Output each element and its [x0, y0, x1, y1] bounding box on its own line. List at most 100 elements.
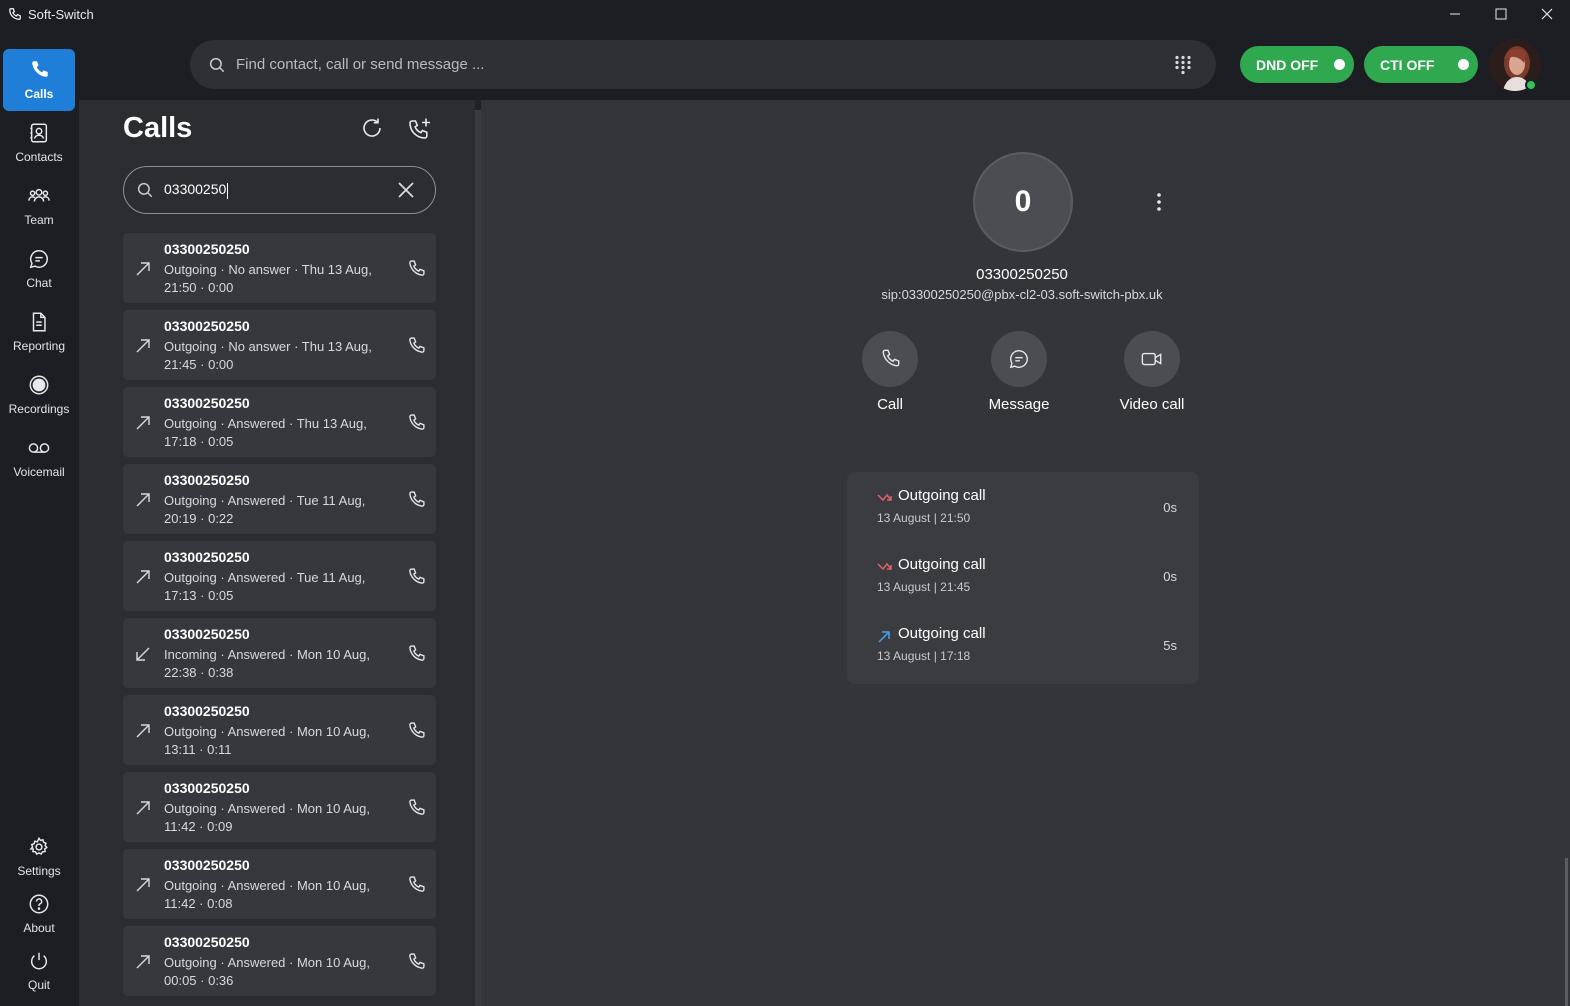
call-number: 03300250250 — [164, 549, 250, 565]
incoming-arrow-icon — [135, 646, 151, 662]
nav-settings-label: Settings — [17, 864, 61, 878]
cti-toggle[interactable]: CTI OFF — [1364, 46, 1478, 83]
nav-reporting[interactable]: Reporting — [3, 301, 75, 363]
call-list-item[interactable]: 03300250250 Outgoing · No answer · Thu 13… — [123, 310, 436, 380]
cti-toggle-label: CTI OFF — [1380, 56, 1435, 73]
message-action-button[interactable]: Message — [959, 331, 1079, 413]
left-nav: Calls Contacts Team Chat Reporting Recor… — [0, 28, 79, 1006]
call-list-item[interactable]: 03300250250 Outgoing · Answered · Thu 13 … — [123, 387, 436, 457]
call-meta: Outgoing · Answered · Mon 10 Aug, 00:05 … — [164, 955, 370, 988]
call-list-item[interactable]: 03300250250 Outgoing · Answered · Tue 11 … — [123, 464, 436, 534]
outgoing-arrow-icon — [135, 723, 151, 739]
call-back-button[interactable] — [406, 721, 426, 746]
outgoing-arrow-icon — [135, 492, 151, 508]
history-duration: 0s — [1163, 569, 1177, 584]
search-icon — [208, 56, 226, 74]
call-meta: Outgoing · No answer · Thu 13 Aug, 21:50… — [164, 262, 372, 295]
call-filter-field[interactable]: 03300250 — [123, 166, 436, 214]
call-number: 03300250250 — [164, 241, 250, 257]
call-list-item[interactable]: 03300250250 Outgoing · Answered · Mon 10 … — [123, 772, 436, 842]
outgoing-arrow-icon — [877, 630, 891, 644]
outgoing-arrow-icon — [135, 261, 151, 277]
call-back-button[interactable] — [406, 798, 426, 823]
calls-title: Calls — [123, 112, 193, 144]
cti-toggle-knob — [1458, 59, 1469, 70]
chat-bubble-icon — [29, 250, 48, 269]
phone-icon — [406, 875, 426, 900]
dnd-toggle-label: DND OFF — [1256, 56, 1319, 73]
nav-calls[interactable]: Calls — [3, 49, 75, 111]
dialpad-icon[interactable] — [1174, 55, 1192, 75]
call-back-button[interactable] — [406, 875, 426, 900]
missed-call-icon — [877, 492, 893, 504]
global-search-input[interactable] — [236, 56, 1136, 73]
call-number: 03300250250 — [164, 395, 250, 411]
voicemail-icon — [28, 443, 50, 453]
call-back-button[interactable] — [406, 490, 426, 515]
call-list-item[interactable]: 03300250250 Outgoing · Answered · Mon 10 … — [123, 849, 436, 919]
call-number: 03300250250 — [164, 703, 250, 719]
call-list-item[interactable]: 03300250250 Outgoing · No answer · Thu 13… — [123, 233, 436, 303]
nav-voicemail[interactable]: Voicemail — [3, 427, 75, 489]
call-back-button[interactable] — [406, 567, 426, 592]
search-icon — [136, 181, 154, 199]
phone-icon — [406, 490, 426, 515]
call-meta: Incoming · Answered · Mon 10 Aug, 22:38 … — [164, 647, 370, 680]
minimize-button[interactable] — [1432, 0, 1478, 28]
clear-filter-button[interactable] — [397, 181, 415, 199]
call-back-button[interactable] — [406, 336, 426, 361]
phone-icon — [406, 259, 426, 284]
call-action-button[interactable]: Call — [830, 331, 950, 413]
app-phone-icon — [8, 7, 22, 21]
call-list-item[interactable]: 03300250250 Outgoing · Answered · Mon 10 … — [123, 695, 436, 765]
video-call-action-label: Video call — [1119, 396, 1185, 413]
video-call-action-circle — [1124, 331, 1180, 387]
chat-bubble-icon — [1009, 350, 1028, 369]
more-options-button[interactable] — [1156, 192, 1162, 212]
call-list-item[interactable]: 03300250250 Outgoing · Answered · Tue 11 … — [123, 541, 436, 611]
close-icon — [1541, 8, 1553, 20]
title-bar: Soft-Switch — [0, 0, 1570, 28]
text-cursor — [227, 182, 229, 199]
call-meta: Outgoing · Answered · Mon 10 Aug, 13:11 … — [164, 724, 370, 757]
message-action-label: Message — [988, 396, 1050, 413]
more-vertical-icon — [1157, 193, 1161, 211]
refresh-button[interactable] — [360, 116, 384, 140]
phone-icon — [406, 413, 426, 438]
history-duration: 5s — [1163, 638, 1177, 653]
nav-chat[interactable]: Chat — [3, 238, 75, 300]
dnd-toggle[interactable]: DND OFF — [1240, 46, 1354, 83]
history-title: Outgoing call — [898, 556, 986, 573]
nav-about[interactable]: About — [3, 885, 75, 943]
video-camera-icon — [1141, 352, 1162, 366]
call-number: 03300250250 — [164, 857, 250, 873]
scrollbar[interactable] — [1565, 858, 1568, 1006]
call-meta: Outgoing · Answered · Tue 11 Aug, 17:13 … — [164, 570, 366, 603]
nav-contacts[interactable]: Contacts — [3, 112, 75, 174]
call-back-button[interactable] — [406, 413, 426, 438]
nav-team[interactable]: Team — [3, 175, 75, 237]
maximize-button[interactable] — [1478, 0, 1524, 28]
nav-recordings[interactable]: Recordings — [3, 364, 75, 426]
call-action-label: Call — [877, 396, 903, 413]
nav-settings[interactable]: Settings — [3, 828, 75, 886]
video-call-action-button[interactable]: Video call — [1092, 331, 1212, 413]
call-back-button[interactable] — [406, 952, 426, 977]
close-window-button[interactable] — [1524, 0, 1570, 28]
call-filter-input[interactable]: 03300250 — [164, 181, 229, 199]
call-number: 03300250250 — [164, 318, 250, 334]
call-back-button[interactable] — [406, 259, 426, 284]
phone-icon — [406, 798, 426, 823]
outgoing-arrow-icon — [135, 415, 151, 431]
message-action-circle — [991, 331, 1047, 387]
history-date: 13 August | 21:45 — [877, 580, 971, 594]
call-filter-value: 03300250 — [164, 181, 227, 198]
nav-quit[interactable]: Quit — [3, 942, 75, 1000]
call-list-item[interactable]: 03300250250 Outgoing · Answered · Mon 10 … — [123, 926, 436, 996]
call-back-button[interactable] — [406, 644, 426, 669]
power-icon — [30, 952, 48, 970]
new-call-button[interactable] — [407, 116, 433, 142]
global-search[interactable] — [190, 40, 1216, 89]
nav-recordings-label: Recordings — [8, 402, 70, 416]
call-list-item[interactable]: 03300250250 Incoming · Answered · Mon 10 … — [123, 618, 436, 688]
